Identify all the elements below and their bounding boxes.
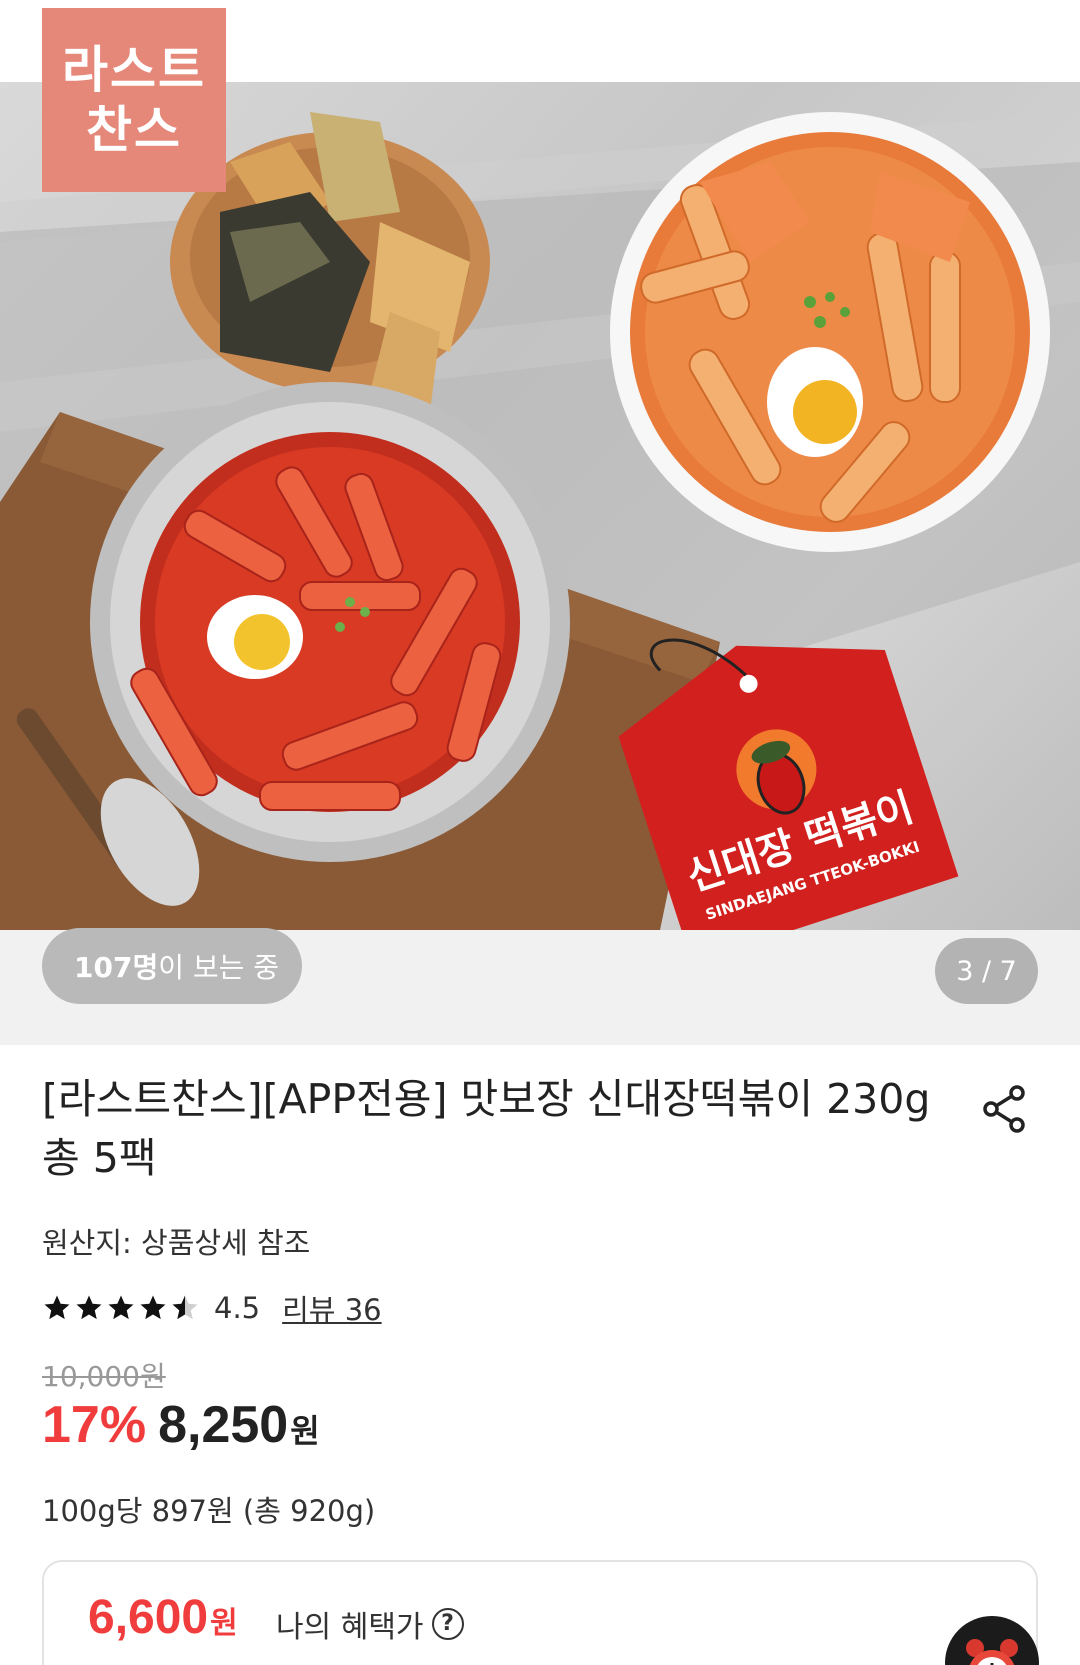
product-title-line1: [라스트찬스][APP전용] 맛보장 신대장떡볶이 230g [42, 1075, 931, 1123]
product-title-line2: 총 5팩 [42, 1134, 157, 1182]
star-icon [76, 1295, 102, 1320]
help-icon[interactable]: ? [431, 1608, 464, 1640]
original-price: 10,000원 [42, 1360, 166, 1393]
image-counter: 3 / 7 [935, 938, 1038, 1004]
share-icon [983, 1085, 1025, 1133]
benefit-price-value: 6,600 [88, 1591, 209, 1644]
star-icon [44, 1295, 70, 1320]
viewers-suffix: 이 보는 중 [158, 951, 280, 984]
origin-info: 원산지: 상품상세 참조 [42, 1226, 311, 1260]
last-chance-badge: 라스트 찬스 [42, 8, 226, 192]
product-title: [라스트찬스][APP전용] 맛보장 신대장떡볶이 230g 총 5팩 [42, 1070, 942, 1188]
badge-line1: 라스트 [62, 41, 206, 99]
benefit-label: 나의 혜택가 ? [276, 1602, 464, 1646]
benefit-price-box[interactable]: 6,600 원 나의 혜택가 ? [42, 1560, 1038, 1665]
benefit-label-text: 나의 혜택가 [276, 1610, 424, 1645]
rating-row: 4.5 리뷰 36 [42, 1288, 382, 1328]
review-link[interactable]: 리뷰 36 [282, 1287, 381, 1329]
rating-stars [42, 1293, 200, 1323]
star-icon [140, 1295, 166, 1320]
star-icon [108, 1295, 134, 1320]
discount-rate: 17% [42, 1396, 147, 1454]
benefit-price: 6,600 원 [88, 1590, 238, 1645]
rating-value: 4.5 [214, 1291, 261, 1325]
share-button[interactable] [980, 1084, 1030, 1134]
badge-line2: 찬스 [86, 101, 182, 159]
unit-price: 100g당 897원 (총 920g) [42, 1494, 376, 1528]
viewers-count-pill: 107명 이 보는 중 [42, 928, 302, 1004]
benefit-price-currency: 원 [210, 1606, 238, 1641]
star-half-icon [172, 1295, 198, 1320]
viewers-count: 107명 [74, 951, 159, 984]
sale-price: 8,250 [158, 1396, 289, 1454]
sale-price-currency: 원 [290, 1412, 320, 1450]
price-row: 17% 8,250 원 [42, 1395, 320, 1465]
product-photo-illustration: 신대장 떡볶이 SINDAEJANG TTEOK-BOKKI [0, 112, 1080, 930]
product-image[interactable]: 신대장 떡볶이 SINDAEJANG TTEOK-BOKKI [0, 82, 1080, 930]
